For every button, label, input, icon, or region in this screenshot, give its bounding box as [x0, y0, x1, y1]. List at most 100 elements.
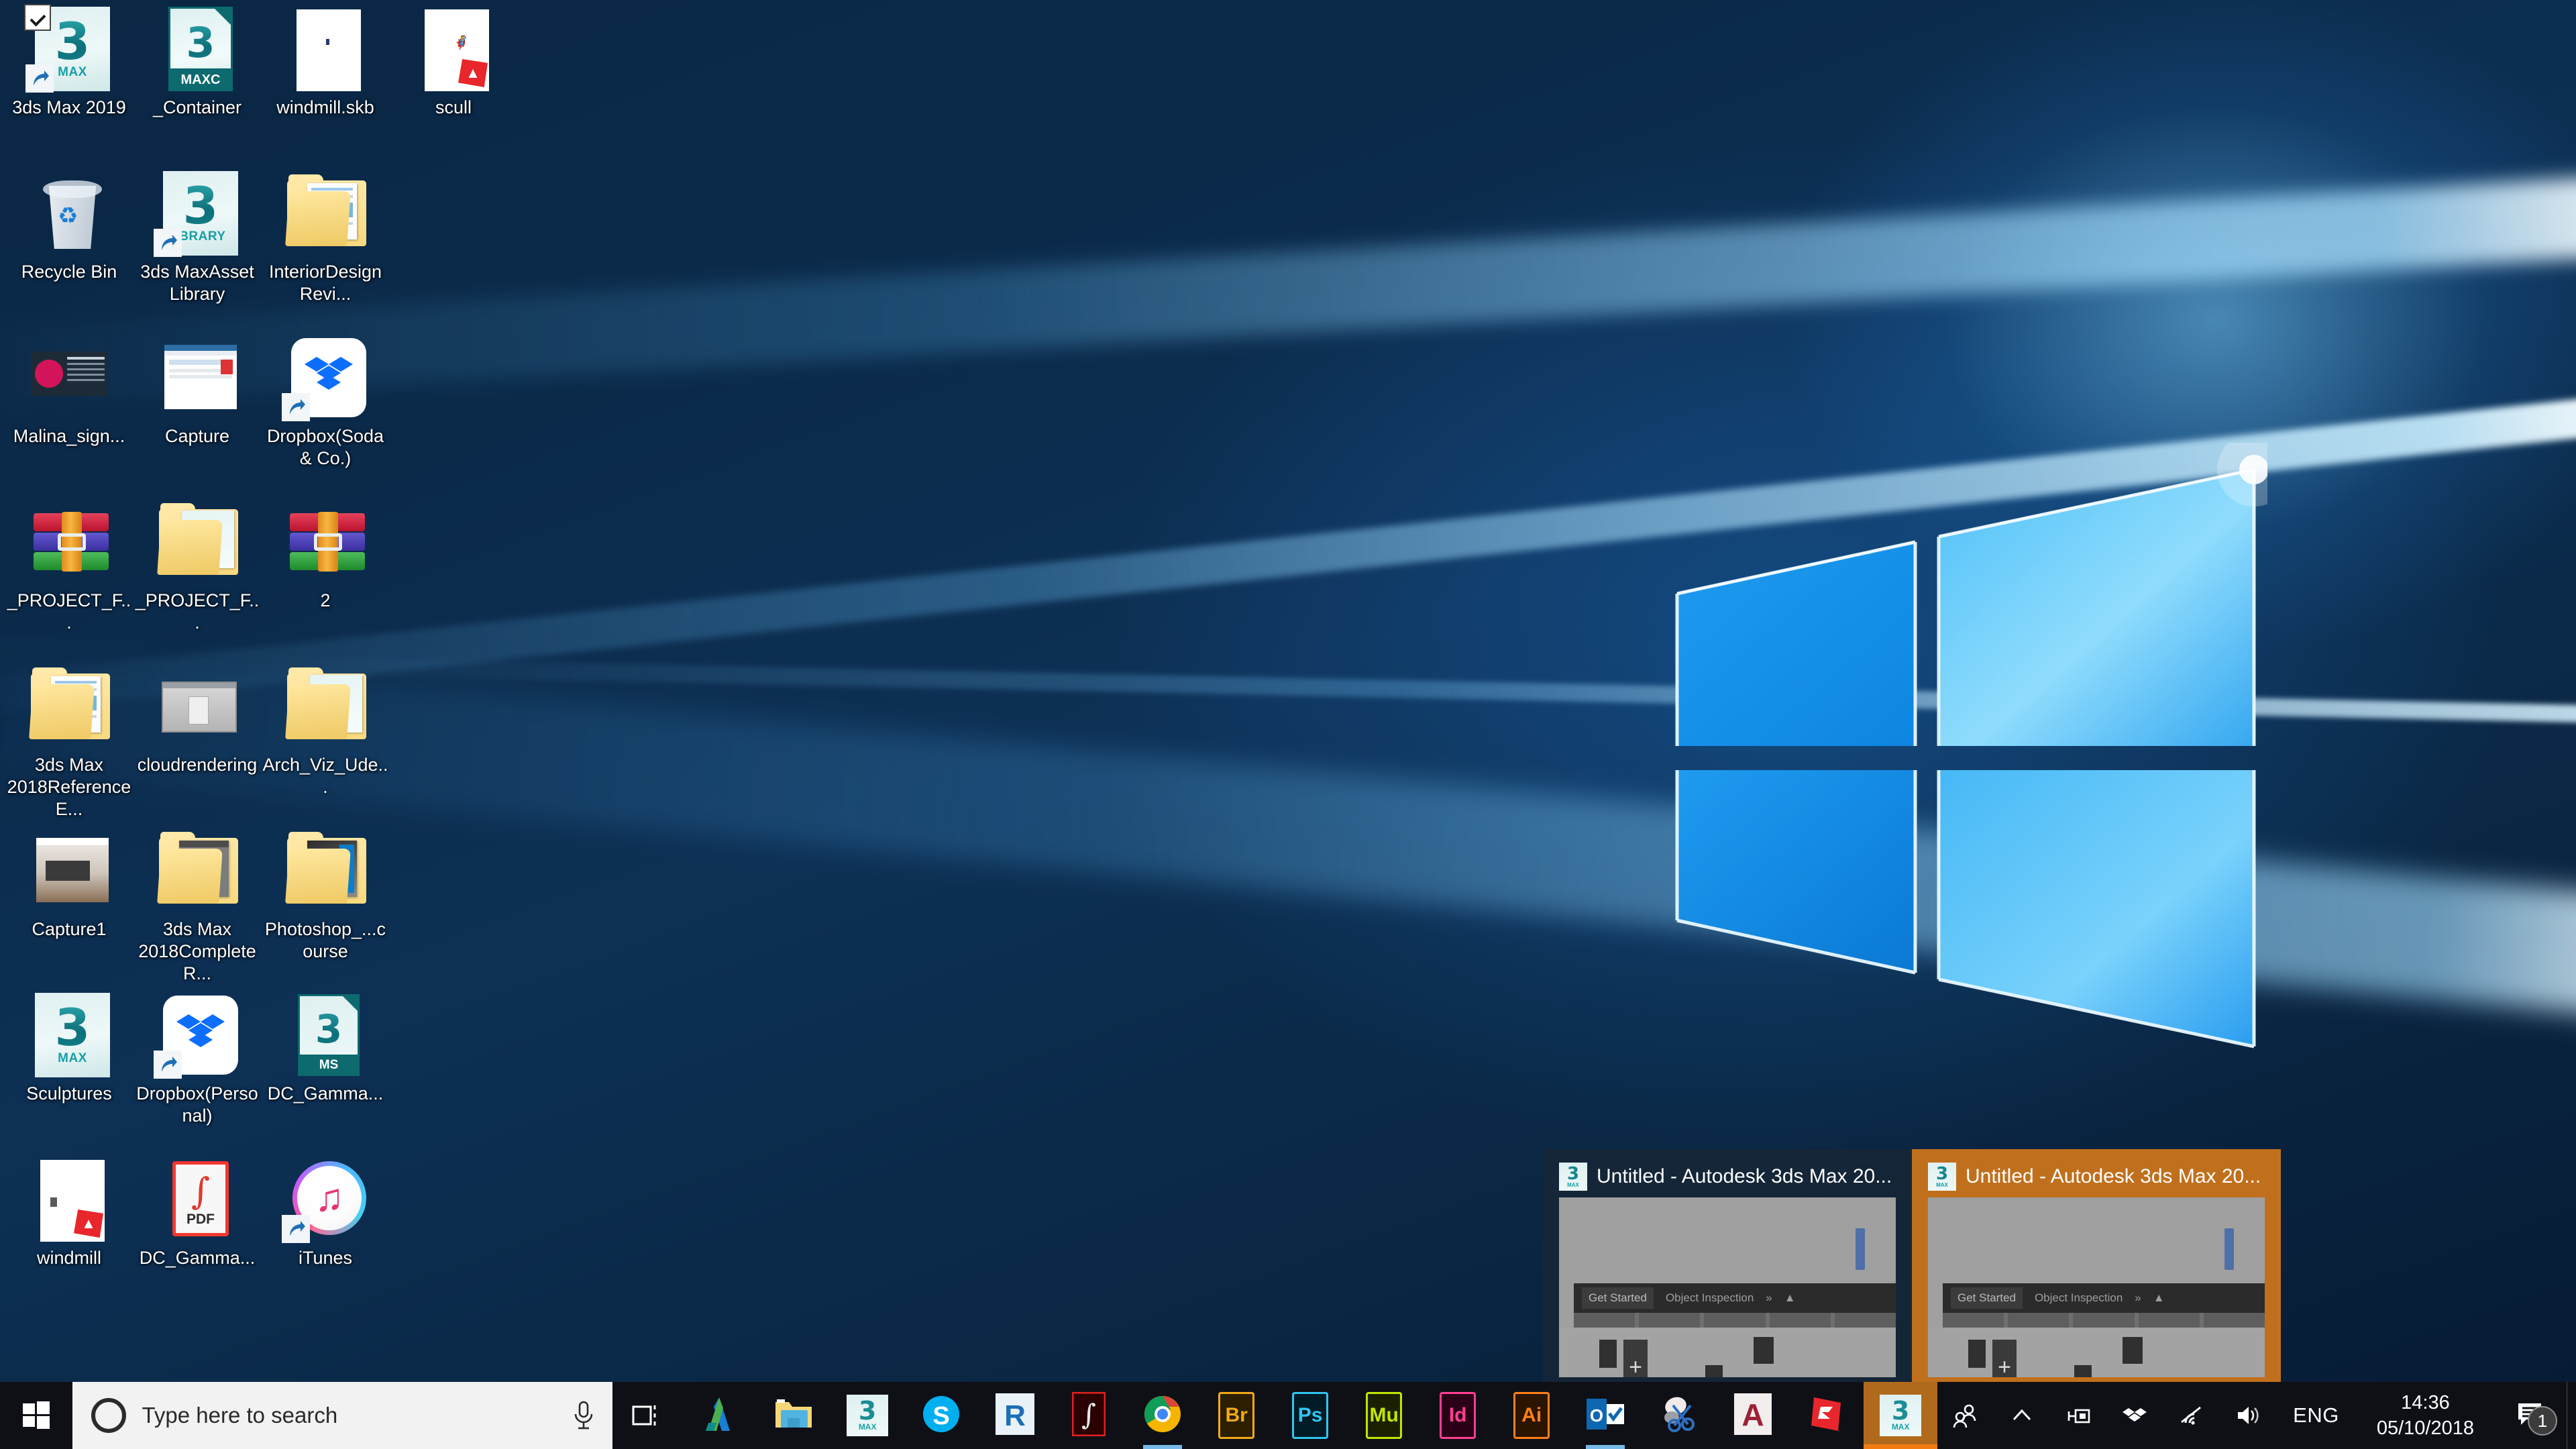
indesign-icon: Id — [1440, 1392, 1477, 1439]
taskbar-clock[interactable]: 14:36 05/10/2018 — [2357, 1382, 2494, 1449]
desktop-icon-recycle-bin[interactable]: ♻ Recycle Bin — [5, 170, 133, 283]
object-button-preview — [1754, 1337, 1774, 1364]
snipping-tool-icon — [1658, 1395, 1700, 1437]
tray-people-button[interactable] — [1937, 1382, 1994, 1449]
taskbar-button-chrome[interactable] — [1126, 1382, 1199, 1449]
shortcut-overlay-icon — [154, 1051, 182, 1079]
desktop-icon-sculptures[interactable]: 3 MAX Sculptures — [5, 991, 133, 1105]
desktop-icon-2[interactable]: 2 — [262, 498, 389, 612]
desktop-icon-dropbox-personal[interactable]: Dropbox(Personal) — [133, 991, 261, 1127]
wifi-icon — [2181, 1406, 2202, 1425]
task-view-button[interactable] — [612, 1382, 684, 1449]
desktop-icon-scull[interactable]: 🦸 ▲ scull — [390, 5, 517, 119]
desktop-icon-3ds-max-2019[interactable]: 3 MAX 3ds Max 2019 — [5, 4, 133, 119]
desktop-icon-interior-design-revi[interactable]: InteriorDesign Revi... — [262, 170, 389, 305]
tray-language-indicator[interactable]: ENG — [2275, 1382, 2357, 1449]
desktop-icon-label: 3ds Max 2018Complete R... — [138, 919, 256, 983]
svg-text:O: O — [1590, 1405, 1603, 1426]
search-box[interactable]: Type here to search — [72, 1382, 612, 1449]
microphone-icon[interactable] — [572, 1400, 595, 1431]
taskbar-button-bridge[interactable]: Br — [1199, 1382, 1273, 1449]
chevron-up-icon — [2013, 1409, 2031, 1421]
thumbnail-window-preview[interactable]: Get Started Object Inspection » ▲ + — [1559, 1197, 1896, 1377]
desktop-icon-photoshop-course[interactable]: Photoshop_...course — [262, 827, 389, 963]
tray-safely-remove-hardware-button[interactable] — [2050, 1382, 2106, 1449]
desktop-icon-windmill[interactable]: ▲ windmill — [5, 1156, 133, 1269]
taskbar-button-autodesk[interactable] — [683, 1382, 757, 1449]
desktop-icon-dc-gamma[interactable]: ∫ PDF DC_Gamma... — [133, 1156, 261, 1269]
ribbon-minimize-icon: ▲ — [1784, 1291, 1796, 1304]
desktop-icon-itunes[interactable]: ♫ iTunes — [262, 1156, 389, 1269]
ribbon-tab-object-inspection: Object Inspection — [2034, 1291, 2123, 1304]
action-center-button[interactable]: 1 — [2494, 1382, 2567, 1449]
rar-archive-icon — [290, 512, 365, 572]
taskbar-button-outlook[interactable]: O — [1568, 1382, 1642, 1449]
desktop-icon-capture[interactable]: Capture — [133, 334, 261, 447]
desktop-icon-arch-viz-ude[interactable]: 3 Arch_Viz_Ude... — [262, 663, 389, 798]
desktop-icon-cloud-rendering[interactable]: cloudrendering — [133, 663, 261, 776]
icon-artwork — [282, 827, 369, 914]
desktop-icon-container[interactable]: 3 MAXC _Container — [133, 5, 261, 119]
taskbar-button-snipping-tool[interactable] — [1642, 1382, 1716, 1449]
viewport-gizmo — [2224, 1228, 2234, 1270]
toolbar-strip — [1943, 1313, 2265, 1328]
tray-show-hidden-icons-button[interactable] — [1994, 1382, 2050, 1449]
desktop-icon-dropbox-soda-co[interactable]: Dropbox(Soda & Co.) — [262, 334, 389, 470]
desktop-icon-3ds-max-2018-complete-r[interactable]: 3ds Max 2018Complete R... — [133, 827, 261, 985]
desktop-icon-project-f[interactable]: 3 _PROJECT_F... — [133, 498, 261, 634]
taskbar-button-autocad[interactable]: A — [1716, 1382, 1790, 1449]
search-input[interactable]: Type here to search — [142, 1403, 556, 1428]
taskbar-button-3dsmax[interactable]: 3 MAX — [830, 1382, 904, 1449]
icon-artwork: 3 MAX — [25, 991, 113, 1079]
tray-dropbox-button[interactable] — [2106, 1382, 2163, 1449]
taskbar-button-illustrator[interactable]: Ai — [1495, 1382, 1568, 1449]
windows-logo-icon — [22, 1401, 50, 1429]
taskbar-button-skype[interactable]: S — [904, 1382, 978, 1449]
icon-artwork: 3 IBRARY — [154, 170, 241, 257]
taskbar-button-muse[interactable]: Mu — [1347, 1382, 1421, 1449]
selection-checkbox[interactable] — [24, 4, 51, 31]
blank-document-icon — [297, 9, 361, 91]
taskbar-button-3dsmax[interactable]: 3 MAX — [1864, 1382, 1938, 1449]
taskbar-button-file-explorer[interactable] — [757, 1382, 830, 1449]
desktop-icon-windmill-skb[interactable]: windmill.skb — [262, 5, 389, 119]
window-thumbnail[interactable]: 3 MAX Untitled - Autodesk 3ds Max 20... Get… — [1912, 1149, 2281, 1384]
desktop-icon-capture1[interactable]: Capture1 — [5, 827, 133, 941]
desktop-icon-project-f[interactable]: _PROJECT_F... — [5, 498, 133, 634]
folder-3dsmax-icon: 3 — [157, 503, 238, 575]
taskbar-button-indesign[interactable]: Id — [1421, 1382, 1495, 1449]
desktop-icon-label: windmill.skb — [276, 97, 374, 117]
folder-3dsmax-scene-icon — [157, 832, 238, 904]
clock-time: 14:36 — [2401, 1392, 2450, 1413]
3dsmax-icon: 3 MAX — [1880, 1395, 1922, 1436]
icon-artwork — [25, 827, 113, 914]
desktop-icon-malina-sign[interactable]: Malina_sign... — [5, 334, 133, 447]
taskbar-button-sketchup[interactable] — [1790, 1382, 1864, 1449]
start-button[interactable] — [0, 1382, 72, 1449]
desktop-icon-label: windmill — [36, 1248, 102, 1268]
desktop-icon-3ds-max-asset-library[interactable]: 3 IBRARY 3ds MaxAsset Library — [133, 170, 261, 305]
taskbar-button-revit[interactable]: R — [978, 1382, 1052, 1449]
svg-text:A: A — [1742, 1397, 1764, 1432]
task-view-icon — [632, 1405, 656, 1426]
window-thumbnail[interactable]: 3 MAX Untitled - Autodesk 3ds Max 20... Get… — [1543, 1149, 1912, 1384]
autodesk-icon — [699, 1393, 741, 1438]
icon-artwork: 3 — [154, 498, 241, 586]
play-button-preview — [1968, 1340, 1986, 1368]
desktop-icon-dc-gamma[interactable]: 3 MS DC_Gamma... — [262, 991, 389, 1105]
desktop-icon-3ds-max-2018-reference-e[interactable]: 3ds Max 2018Reference E... — [5, 663, 133, 820]
taskbar-button-acrobat[interactable]: ∫ — [1052, 1382, 1126, 1449]
rar-archive-icon — [34, 512, 109, 572]
people-icon — [1953, 1404, 1976, 1428]
cortana-ring-icon[interactable] — [91, 1398, 126, 1433]
tray-volume-button[interactable] — [2219, 1382, 2275, 1449]
show-desktop-button[interactable] — [2567, 1382, 2576, 1449]
desktop-icon-label: _PROJECT_F... — [135, 590, 260, 633]
thumbnail-header: 3 MAX Untitled - Autodesk 3ds Max 20... — [1921, 1159, 2271, 1195]
tray-network-button[interactable] — [2163, 1382, 2219, 1449]
desktop-icon-label: _PROJECT_F... — [7, 590, 131, 633]
taskbar-button-photoshop[interactable]: Ps — [1273, 1382, 1347, 1449]
taskbar-thumbnail-preview[interactable]: 3 MAX Untitled - Autodesk 3ds Max 20... Get… — [1543, 1149, 2281, 1384]
thumbnail-window-preview[interactable]: Get Started Object Inspection » ▲ + — [1928, 1197, 2265, 1377]
desktop-icon-label: 2 — [320, 590, 331, 610]
